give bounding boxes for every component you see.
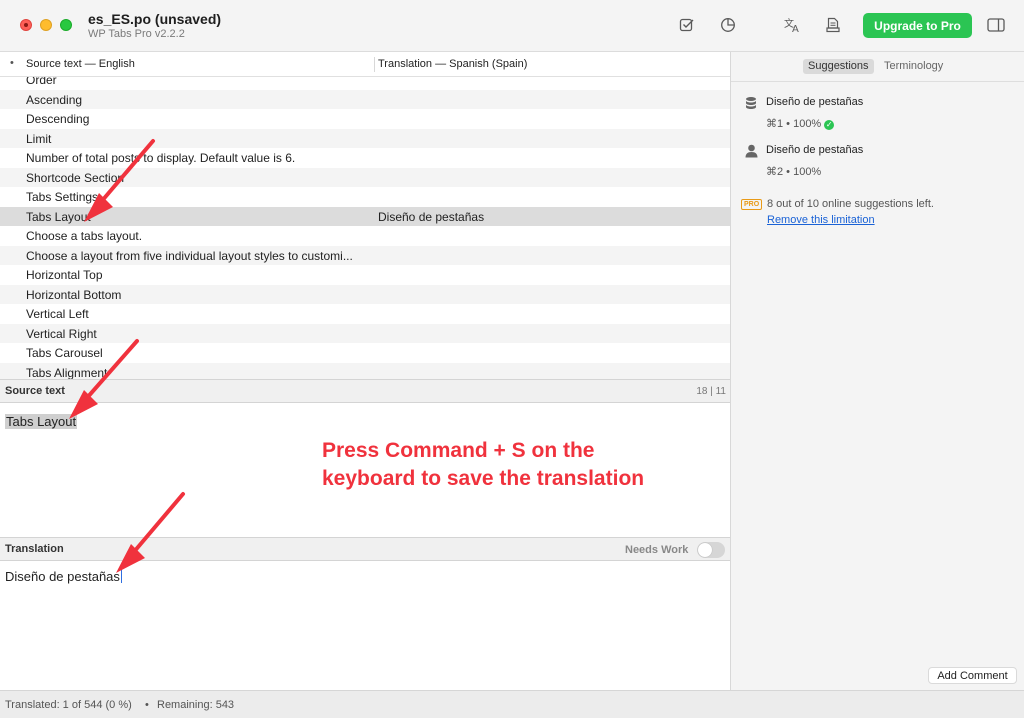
table-row[interactable]: Ascending [0, 89, 730, 109]
source-cell: Shortcode Section [26, 170, 125, 185]
source-cell: Tabs Layout [26, 209, 91, 224]
status-separator: • [145, 699, 149, 711]
tab-suggestions[interactable]: Suggestions [803, 59, 874, 74]
source-cell: Horizontal Bottom [26, 287, 122, 302]
source-cell: Limit [26, 131, 52, 146]
table-row[interactable]: Horizontal Bottom [0, 284, 730, 304]
document-title: es_ES.po (unsaved) [88, 11, 222, 27]
table-row[interactable]: Vertical Right [0, 323, 730, 343]
table-row[interactable]: Tabs Alignment [0, 362, 730, 380]
remaining-count: Remaining: 543 [157, 699, 235, 711]
pie-chart-icon[interactable] [717, 14, 739, 36]
text-caret [120, 569, 122, 583]
suggestion-text: Diseño de pestañas [766, 96, 864, 108]
source-cell: Ascending [26, 92, 83, 107]
svg-text:A: A [792, 24, 799, 33]
column-header-translation[interactable]: Translation — Spanish (Spain) [378, 58, 527, 70]
source-cell: Horizontal Top [26, 268, 103, 282]
table-status-column[interactable]: • [10, 57, 14, 69]
source-cell: Descending [26, 112, 90, 126]
translation-text-value: Diseño de pestañas [5, 569, 122, 584]
remove-limitation-link[interactable]: Remove this limitation [767, 214, 875, 226]
table-row[interactable]: Tabs Settings [0, 187, 730, 207]
source-cell: Vertical Left [26, 307, 89, 321]
needs-work-toggle[interactable] [697, 542, 725, 558]
source-text-header: Source text 18 | 11 [0, 379, 730, 403]
table-row[interactable]: Horizontal Top [0, 265, 730, 285]
table-row-selected[interactable]: Tabs Layout Diseño de pestañas [0, 206, 730, 226]
source-cell: Tabs Settings [26, 190, 99, 204]
table-row[interactable]: Shortcode Section [0, 167, 730, 187]
minimize-window-button[interactable] [40, 19, 52, 31]
table-row[interactable]: Choose a tabs layout. [0, 226, 730, 246]
translation-editor[interactable]: Diseño de pestañas [0, 561, 730, 690]
suggestion-meta: ⌘2 • 100% [766, 166, 822, 178]
document-subtitle: WP Tabs Pro v2.2.2 [88, 28, 185, 40]
source-cell: Choose a tabs layout. [26, 229, 143, 243]
table-header: • Source text — English Translation — Sp… [0, 52, 730, 77]
translate-icon[interactable]: 文A [782, 14, 804, 36]
source-cell: Order [26, 77, 57, 87]
translation-header: Translation Needs Work [0, 537, 730, 561]
upgrade-to-pro-button[interactable]: Upgrade to Pro [863, 13, 972, 38]
column-header-source[interactable]: Source text — English [26, 58, 135, 70]
translation-cell: Diseño de pestañas [378, 209, 485, 224]
column-divider[interactable] [374, 57, 375, 72]
panel-divider [731, 81, 1024, 82]
annotation-line-1: Press Command + S on the [322, 439, 595, 462]
table-row[interactable]: Order [0, 77, 730, 90]
verified-check-icon: ✓ [824, 120, 835, 130]
source-cell: Number of total posts to display. Defaul… [26, 151, 296, 165]
person-icon [745, 144, 759, 158]
sidebar-icon[interactable] [985, 14, 1007, 36]
needs-work-label: Needs Work [625, 544, 689, 556]
source-cell: Vertical Right [26, 326, 97, 341]
character-counter: 18 | 11 [696, 386, 726, 397]
table-row[interactable]: Choose a layout from five individual lay… [0, 245, 730, 265]
tab-terminology[interactable]: Terminology [879, 59, 948, 74]
table-row[interactable]: Number of total posts to display. Defaul… [0, 148, 730, 168]
suggestion-meta: ⌘1 • 100% ✓ [766, 118, 835, 130]
suggestions-panel: Suggestions Terminology Diseño de pestañ… [730, 52, 1024, 690]
source-cell: Tabs Alignment [26, 365, 108, 380]
title-bar: es_ES.po (unsaved) WP Tabs Pro v2.2.2 文A… [0, 0, 1024, 52]
source-cell: Tabs Carousel [26, 346, 103, 360]
status-bar: Translated: 1 of 544 (0 %) • Remaining: … [0, 690, 1024, 718]
strings-list[interactable]: Order Ascending Descending Limit Number … [0, 77, 730, 379]
translation-label: Translation [5, 543, 64, 555]
table-row[interactable]: Tabs Carousel [0, 343, 730, 363]
annotation-line-2: keyboard to save the translation [322, 467, 645, 490]
add-comment-button[interactable]: Add Comment [928, 667, 1017, 684]
table-row[interactable]: Descending [0, 109, 730, 129]
editor-pane: • Source text — English Translation — Sp… [0, 52, 730, 690]
source-text-label: Source text [5, 385, 65, 397]
table-row[interactable]: Limit [0, 128, 730, 148]
annotation-text: Press Command + S on the keyboard to sav… [322, 437, 644, 493]
table-row[interactable]: Vertical Left [0, 304, 730, 324]
toggle-knob [698, 543, 712, 557]
database-icon [745, 96, 759, 110]
close-window-button[interactable] [20, 19, 32, 31]
online-suggestions-remaining: 8 out of 10 online suggestions left. [767, 198, 934, 210]
translated-count: Translated: 1 of 544 (0 %) [5, 699, 132, 711]
pro-badge: PRO [741, 199, 763, 210]
checkbox-icon[interactable] [676, 14, 698, 36]
maximize-window-button[interactable] [60, 19, 72, 31]
document-icon[interactable] [822, 14, 844, 36]
suggestion-text: Diseño de pestañas [766, 144, 864, 156]
source-cell: Choose a layout from five individual lay… [26, 248, 353, 263]
source-text-value: Tabs Layout [5, 414, 78, 429]
